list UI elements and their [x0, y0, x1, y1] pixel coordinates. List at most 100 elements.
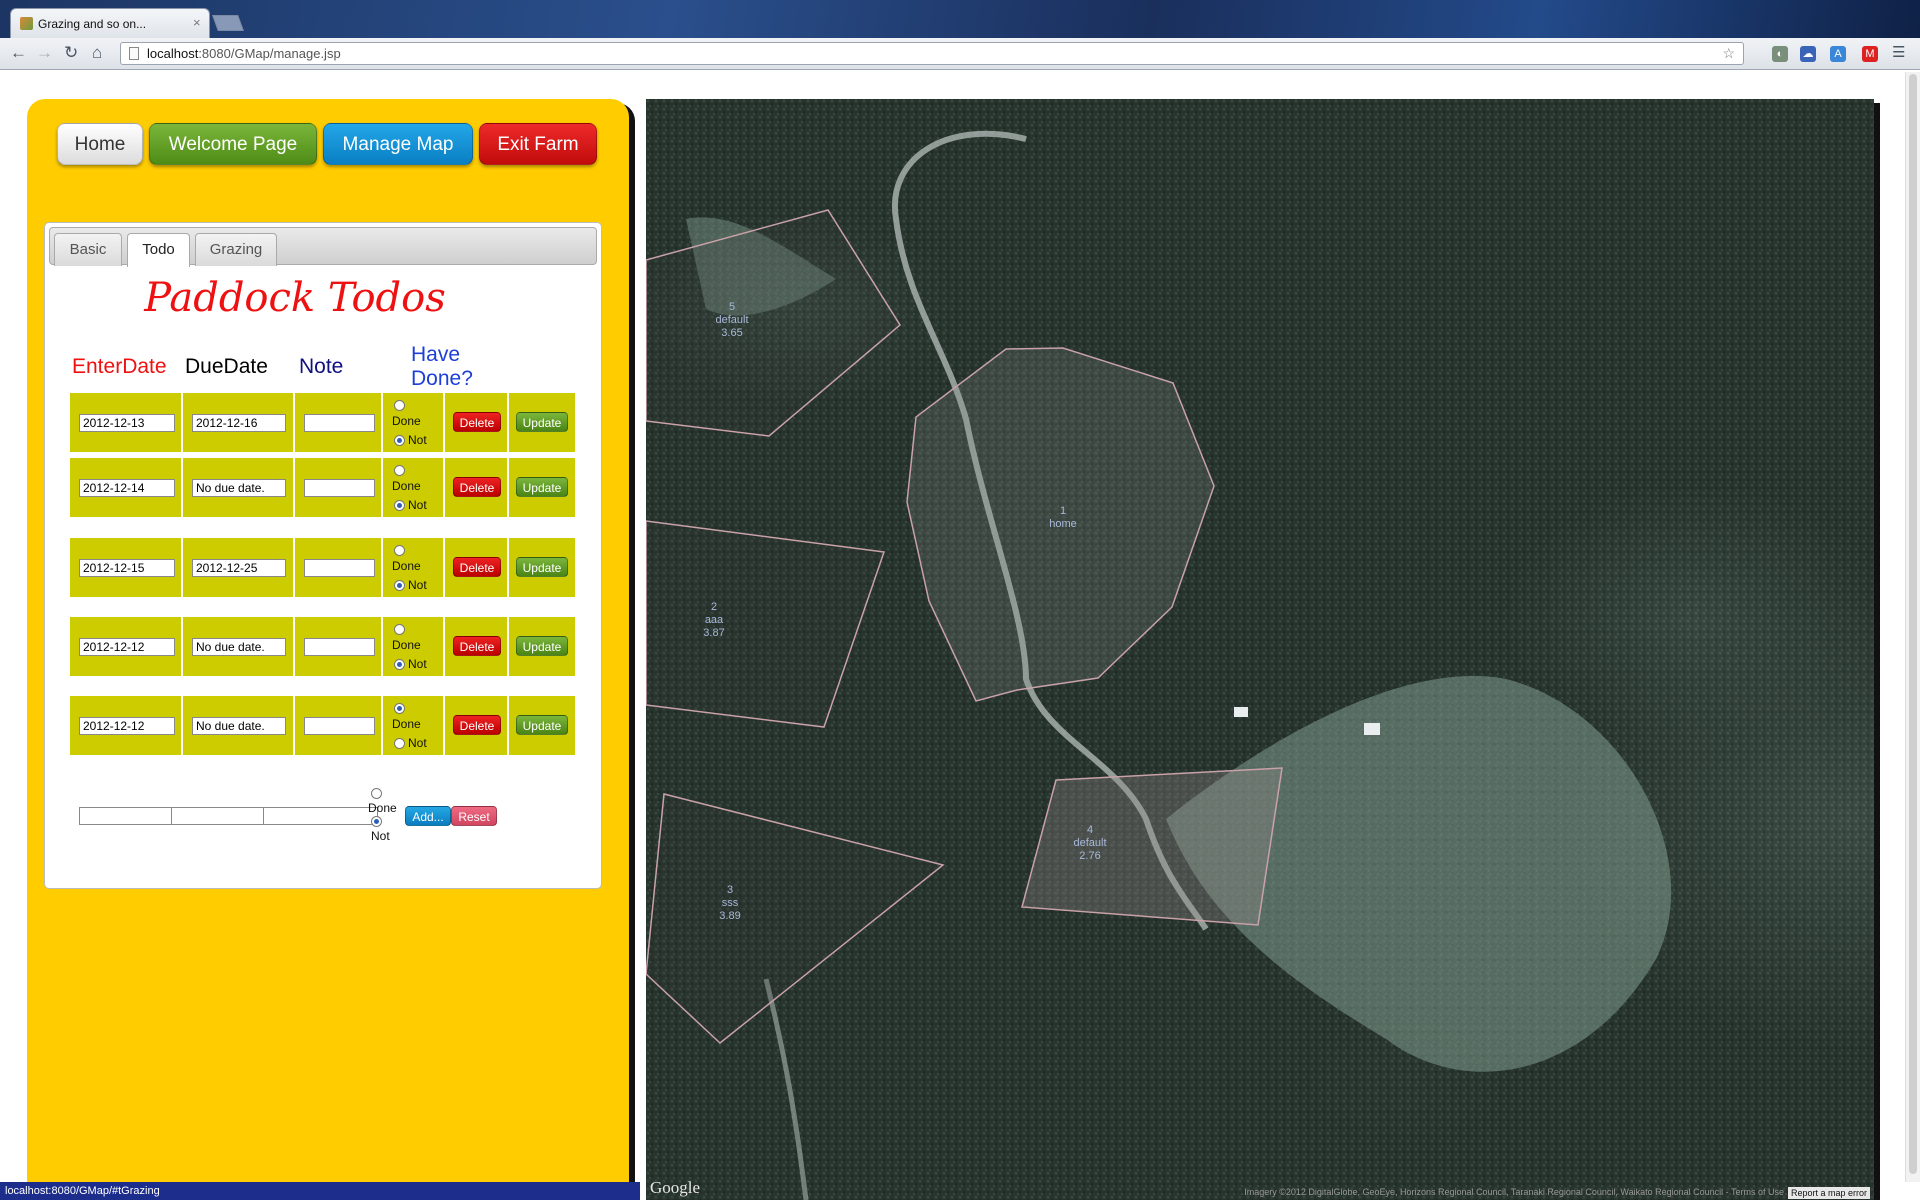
due-date-input[interactable]: 2012-12-25: [192, 559, 286, 577]
delete-button[interactable]: Delete: [453, 412, 501, 432]
update-button[interactable]: Update: [516, 715, 568, 735]
due-date-input[interactable]: 2012-12-16: [192, 414, 286, 432]
done-radio[interactable]: [394, 703, 405, 714]
not-radio[interactable]: [394, 659, 405, 670]
header-have-done: Have Done?: [411, 343, 473, 391]
paddock-4-id: 4: [1086, 824, 1094, 836]
note-input[interactable]: [304, 479, 375, 497]
enter-date-input[interactable]: 2012-12-13: [79, 414, 175, 432]
paddock-2-name: aaa: [704, 614, 724, 626]
paddock-1-name: home: [1049, 518, 1077, 530]
not-radio[interactable]: [394, 580, 405, 591]
new-due-date-input[interactable]: [171, 807, 267, 825]
paddock-3-area: 3.89: [719, 910, 741, 922]
delete-button[interactable]: Delete: [453, 715, 501, 735]
enter-date-input[interactable]: 2012-12-15: [79, 559, 175, 577]
enter-date-input[interactable]: 2012-12-12: [79, 638, 175, 656]
building: [1234, 707, 1248, 717]
manage-map-button[interactable]: Manage Map: [323, 123, 473, 165]
update-button[interactable]: Update: [516, 412, 568, 432]
map-copyright: Imagery ©2012 DigitalGlobe, GeoEye, Hori…: [1244, 1187, 1784, 1197]
new-enter-date-input[interactable]: [79, 807, 175, 825]
note-input[interactable]: [304, 559, 375, 577]
update-button[interactable]: Update: [516, 477, 568, 497]
paddock-5-area: 3.65: [721, 327, 743, 339]
new-done-label: Done: [368, 801, 397, 815]
tab-grazing[interactable]: Grazing: [195, 233, 277, 266]
gmail-icon[interactable]: M: [1862, 46, 1878, 62]
done-radio[interactable]: [394, 400, 405, 411]
bookmark-star-icon[interactable]: ☆: [1722, 45, 1735, 62]
translate-icon[interactable]: A: [1830, 46, 1846, 62]
extension-clock-icon[interactable]: ◐: [1772, 46, 1788, 62]
report-map-error-link[interactable]: Report a map error: [1787, 1187, 1870, 1199]
welcome-page-button[interactable]: Welcome Page: [149, 123, 317, 165]
paddock-5-label[interactable]: 5 default 3.65: [702, 301, 762, 340]
update-button[interactable]: Update: [516, 636, 568, 656]
paddock-1-label[interactable]: 1 home: [1033, 505, 1093, 531]
not-label: Not: [408, 433, 427, 447]
note-input[interactable]: [304, 638, 375, 656]
table-row: 2012-12-13 2012-12-16 Done Not Delete Up…: [70, 393, 575, 452]
done-label: Done: [392, 717, 421, 731]
delete-button[interactable]: Delete: [453, 477, 501, 497]
done-label: Done: [392, 414, 421, 428]
new-not-radio[interactable]: [371, 816, 382, 827]
new-note-input[interactable]: [263, 807, 378, 825]
url-text: localhost:8080/GMap/manage.jsp: [147, 46, 341, 61]
due-date-input[interactable]: No due date.: [192, 717, 286, 735]
page-scrollbar[interactable]: [1905, 72, 1920, 1182]
delete-button[interactable]: Delete: [453, 636, 501, 656]
done-radio[interactable]: [394, 545, 405, 556]
not-radio[interactable]: [394, 435, 405, 446]
browser-toolbar: ← → ↻ ⌂ localhost:8080/GMap/manage.jsp ☆…: [0, 38, 1920, 70]
home-button[interactable]: Home: [57, 123, 143, 165]
due-date-input[interactable]: No due date.: [192, 479, 286, 497]
header-due-date: DueDate: [185, 355, 268, 378]
google-logo[interactable]: Google: [650, 1178, 700, 1198]
not-radio[interactable]: [394, 500, 405, 511]
tab-todo[interactable]: Todo: [127, 233, 190, 267]
delete-button[interactable]: Delete: [453, 557, 501, 577]
note-input[interactable]: [304, 717, 375, 735]
header-note: Note: [299, 355, 344, 378]
header-enter-date: EnterDate: [72, 355, 167, 378]
note-input[interactable]: [304, 414, 375, 432]
done-label: Done: [392, 479, 421, 493]
exit-farm-button[interactable]: Exit Farm: [479, 123, 597, 165]
address-bar[interactable]: localhost:8080/GMap/manage.jsp ☆: [120, 42, 1744, 65]
scroll-thumb[interactable]: [1909, 74, 1917, 1174]
done-label: Done: [392, 638, 421, 652]
reset-button[interactable]: Reset: [451, 806, 497, 826]
home-icon[interactable]: ⌂: [92, 43, 102, 63]
header-have-done-line1: Have: [411, 343, 461, 366]
paddock-3-id: 3: [726, 884, 734, 896]
paddock-2-label[interactable]: 2 aaa 3.87: [684, 601, 744, 640]
paddock-4-label[interactable]: 4 default 2.76: [1060, 824, 1120, 863]
paddock-3-label[interactable]: 3 sss 3.89: [700, 884, 760, 923]
not-radio[interactable]: [394, 738, 405, 749]
done-radio[interactable]: [394, 465, 405, 476]
close-icon[interactable]: ×: [193, 15, 201, 30]
map-view[interactable]: 5 default 3.65 1 home 2 aaa 3.87 4 defau…: [646, 99, 1874, 1200]
status-bar: localhost:8080/GMap/#tGrazing: [0, 1182, 640, 1200]
update-button[interactable]: Update: [516, 557, 568, 577]
done-radio[interactable]: [394, 624, 405, 635]
back-icon[interactable]: ←: [10, 43, 27, 63]
enter-date-input[interactable]: 2012-12-12: [79, 717, 175, 735]
browser-tab[interactable]: Grazing and so on... ×: [10, 8, 210, 38]
due-date-input[interactable]: No due date.: [192, 638, 286, 656]
menu-icon[interactable]: ☰: [1892, 43, 1905, 63]
paddock-1-id: 1: [1059, 505, 1067, 517]
new-tab-button[interactable]: [212, 15, 244, 31]
add-button[interactable]: Add...: [405, 806, 451, 826]
satellite-map[interactable]: [646, 99, 1874, 1200]
tab-basic[interactable]: Basic: [54, 233, 122, 266]
forward-icon[interactable]: →: [36, 43, 53, 63]
table-row: 2012-12-15 2012-12-25 Done Not Delete Up…: [70, 538, 575, 597]
reload-icon[interactable]: ↻: [64, 43, 78, 63]
extension-cloud-icon[interactable]: ☁: [1800, 46, 1816, 62]
enter-date-input[interactable]: 2012-12-14: [79, 479, 175, 497]
new-done-radio[interactable]: [371, 788, 382, 799]
table-row: 2012-12-12 No due date. Done Not Delete …: [70, 696, 575, 755]
